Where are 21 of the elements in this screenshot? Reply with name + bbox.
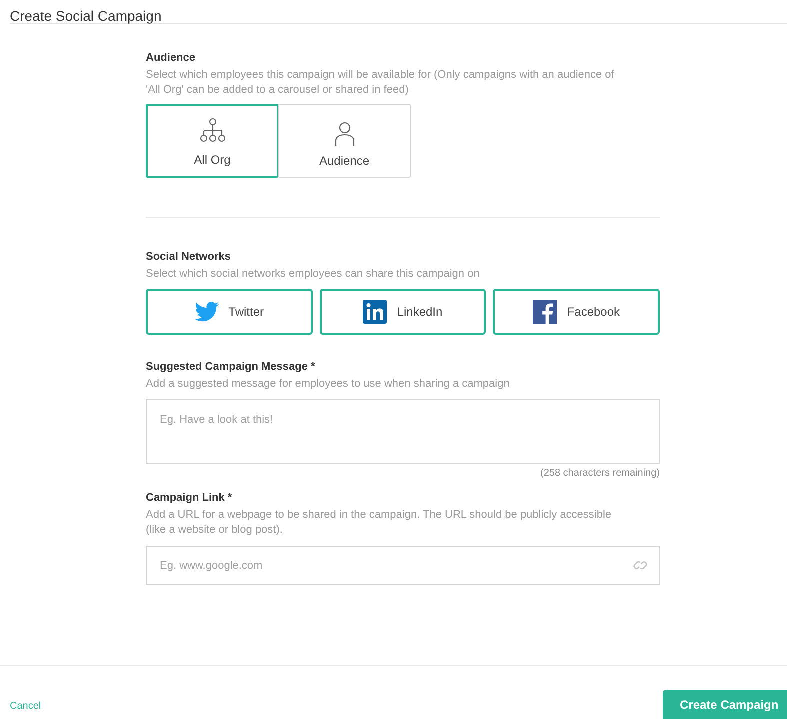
link-field[interactable]: Eg. www.google.com: [146, 546, 660, 585]
bird-icon: [194, 302, 219, 322]
audience-option[interactable]: Audience: [278, 104, 411, 178]
section-description: Add a URL for a webpage to be shared in the campaign. The URL should be publicly accessible (like a website or blog post).: [146, 508, 613, 538]
network-toggle[interactable]: Twitter: [146, 289, 313, 335]
linkedin-icon: [363, 300, 388, 324]
person-icon: [334, 121, 356, 147]
section-description: Select which employees this campaign will be available for (Only campaigns with an audience of 'All Org' can be added to a carousel or shared in feed): [146, 68, 616, 98]
section-heading: Suggested Campaign Message *: [146, 360, 316, 374]
section-heading: Audience: [146, 51, 197, 65]
character-counter: (258 characters remaining): [540, 467, 660, 480]
section-heading: Social Networks: [146, 250, 232, 264]
section-description: Add a suggested message for employees to use when sharing a campaign: [146, 377, 511, 392]
section-description: Select which social networks employees can share this campaign on: [146, 267, 481, 282]
message-field[interactable]: Eg. Have a look at this!: [146, 399, 660, 464]
audience-option[interactable]: All Org: [146, 104, 279, 178]
network-toggle[interactable]: Facebook: [493, 289, 660, 335]
network-toggle[interactable]: LinkedIn: [320, 289, 486, 335]
facebook-icon: [533, 300, 558, 324]
page-title: Create Social Campaign: [9, 7, 163, 23]
section-heading: Campaign Link *: [146, 491, 234, 505]
